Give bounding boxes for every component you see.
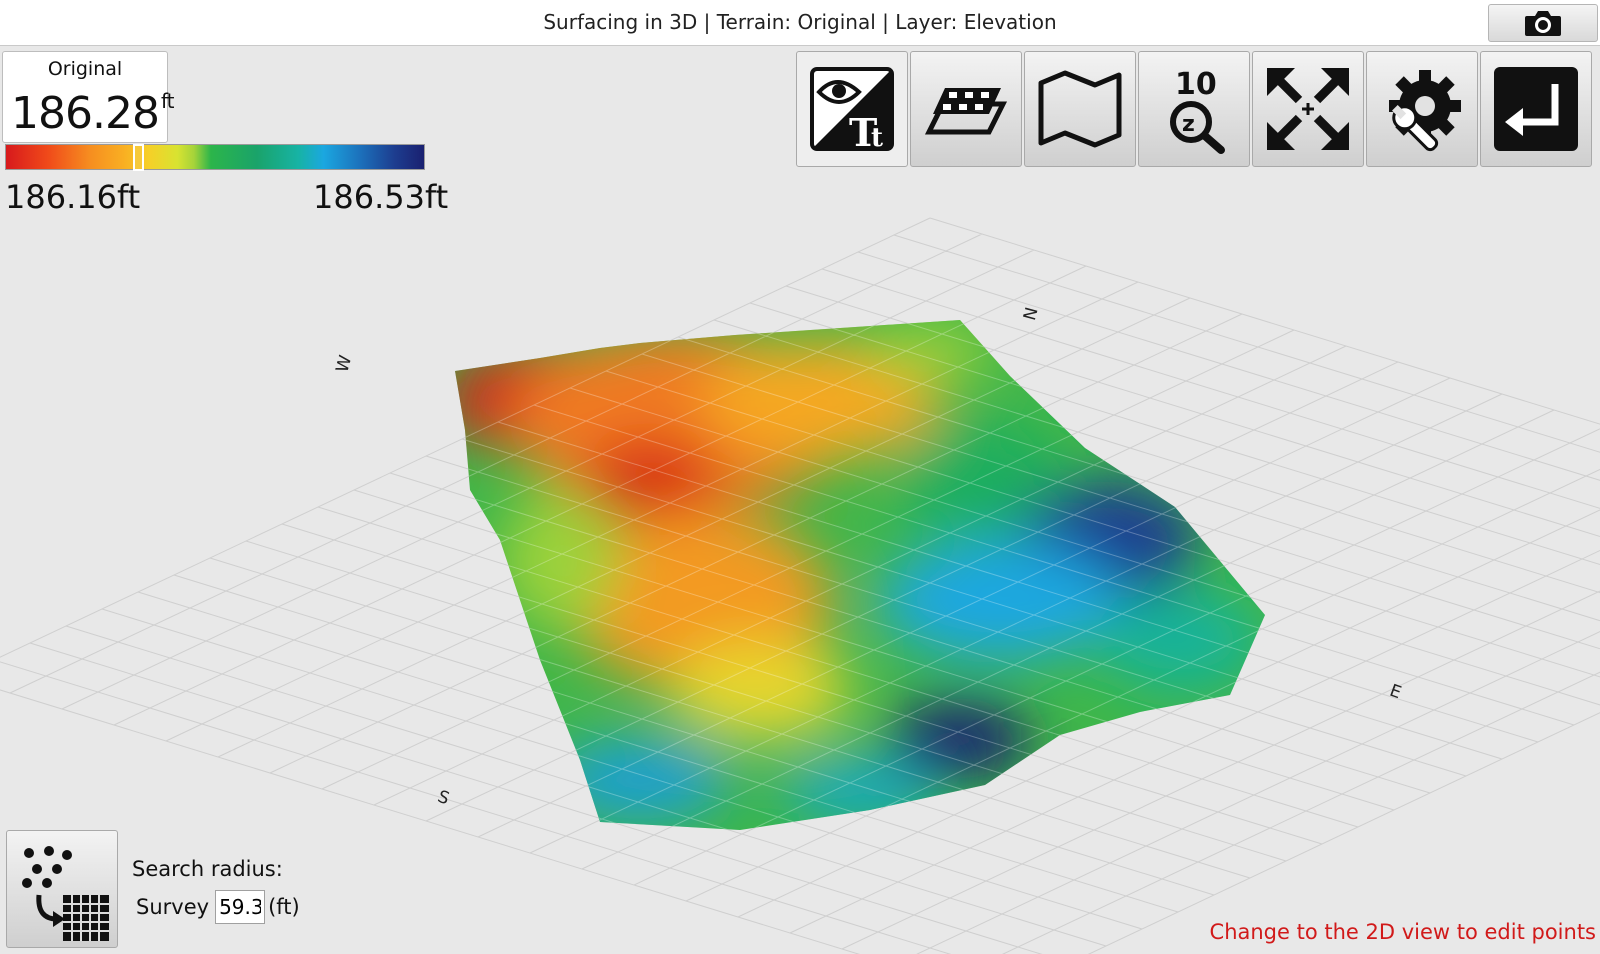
interpolation-button[interactable]	[6, 830, 118, 948]
terrain-canvas	[0, 217, 1600, 954]
elevation-readout: Original 186.28 ft	[2, 51, 174, 143]
svg-text:z: z	[1182, 112, 1195, 137]
window-title: Surfacing in 3D | Terrain: Original | La…	[543, 10, 1057, 34]
legend-marker	[133, 144, 145, 171]
fit-extent-button[interactable]	[1252, 51, 1364, 167]
layers-button[interactable]	[910, 51, 1022, 167]
search-source-label: Survey	[136, 895, 210, 919]
screenshot-button[interactable]	[1488, 4, 1598, 42]
map-button[interactable]	[1024, 51, 1136, 167]
terrain-3d-view[interactable]: N W E S	[0, 46, 1600, 954]
wrench-gear-icon	[1389, 70, 1461, 152]
layers-icon	[924, 88, 1008, 135]
zoom-level-label: 10	[1175, 67, 1217, 102]
visibility-text-button[interactable]: T t	[796, 51, 908, 167]
search-radius-label: Search radius:	[132, 857, 283, 881]
search-radius-row: Survey (ft)	[136, 890, 300, 924]
terrain-name: Original	[47, 58, 123, 80]
elevation-value: 186.28 ft	[11, 88, 174, 139]
legend-min-label: 186.16ft	[5, 178, 141, 216]
edit-points-hint: Change to the 2D view to edit points	[1209, 920, 1596, 944]
elevation-unit: ft	[160, 89, 174, 114]
zoom-button[interactable]: 10 z	[1138, 51, 1250, 167]
settings-button[interactable]	[1366, 51, 1478, 167]
return-arrow-icon	[1494, 67, 1578, 151]
camera-icon	[1525, 11, 1561, 36]
elevation-color-legend	[5, 144, 425, 170]
title-bar: Surfacing in 3D | Terrain: Original | La…	[0, 0, 1600, 46]
expand-arrows-icon	[1267, 68, 1349, 150]
search-radius-input[interactable]	[215, 890, 266, 924]
map-icon	[1038, 70, 1122, 148]
legend-max-label: 186.53ft	[313, 178, 449, 216]
svg-text:t: t	[871, 123, 883, 152]
eye-text-icon: T t	[810, 67, 894, 152]
elevation-surface	[455, 320, 1265, 830]
search-radius-unit: (ft)	[268, 895, 300, 919]
points-to-grid-icon	[22, 846, 109, 941]
zoom-10-icon: 10 z	[1170, 67, 1225, 154]
return-button[interactable]	[1480, 51, 1592, 167]
